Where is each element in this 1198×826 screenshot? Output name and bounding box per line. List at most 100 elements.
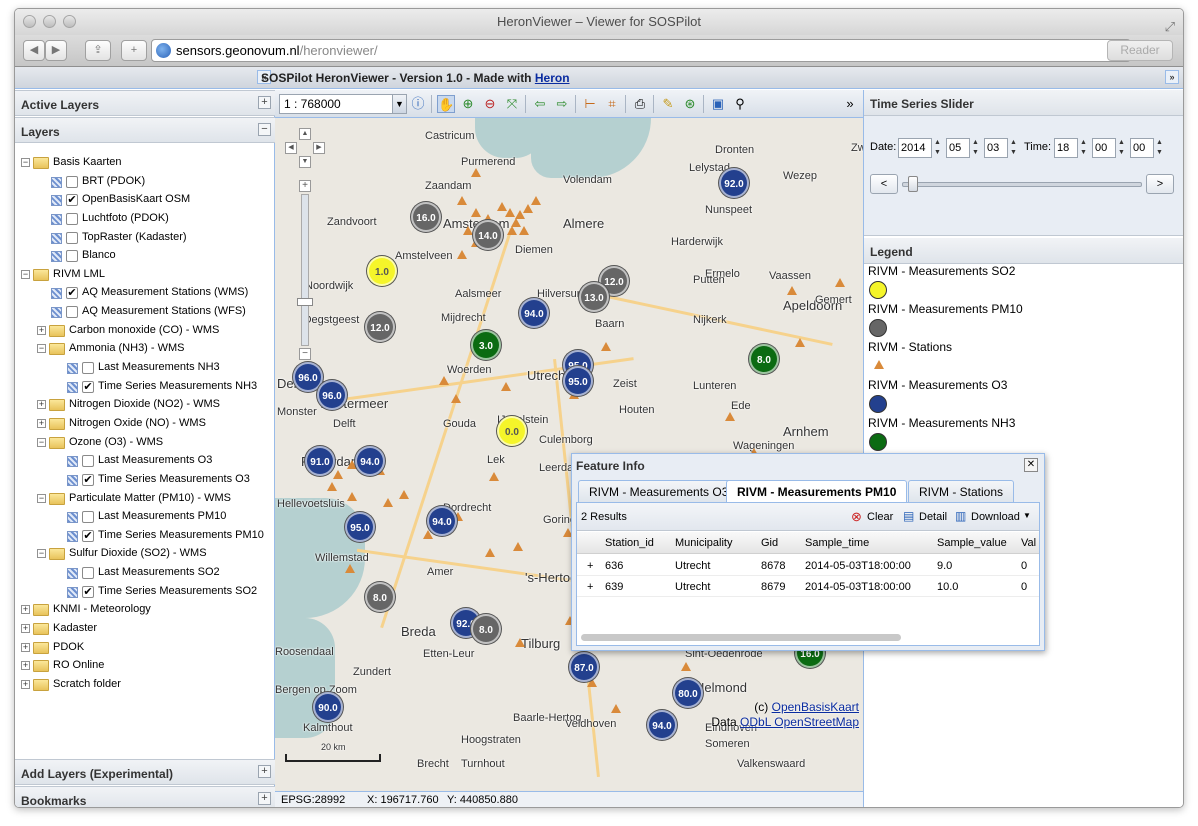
second-field[interactable]: 00 (1130, 138, 1154, 158)
layer-checkbox[interactable] (66, 250, 78, 263)
station-triangle-icon[interactable] (347, 492, 357, 501)
zoom-slider-knob[interactable] (297, 298, 313, 306)
zoom-out-icon[interactable]: ⊖ (481, 95, 499, 113)
measurement-marker[interactable]: 95.0 (345, 512, 375, 542)
layer-checkbox[interactable] (66, 306, 78, 319)
measurement-marker[interactable]: 96.0 (317, 380, 347, 410)
tree-node[interactable]: − Ammonia (NH3) - WMS (15, 340, 274, 359)
openbasiskaart-link[interactable]: OpenBasisKaart (772, 700, 859, 714)
tree-node[interactable]: − Ozone (O3) - WMS (15, 434, 274, 453)
zoom-out-button[interactable]: − (299, 348, 311, 360)
horizontal-scrollbar[interactable] (581, 634, 901, 641)
pan-hand-icon[interactable]: ✋ (437, 95, 455, 113)
station-triangle-icon[interactable] (531, 196, 541, 205)
tree-node[interactable]: Last Measurements NH3 (15, 359, 274, 378)
chevron-down-icon[interactable]: ▼ (1023, 511, 1031, 520)
zoom-in-icon[interactable]: ⊕ (459, 95, 477, 113)
measurement-marker[interactable]: 14.0 (473, 220, 503, 250)
station-triangle-icon[interactable] (333, 470, 343, 479)
tree-node[interactable]: Blanco (15, 247, 274, 266)
tree-node[interactable]: + Carbon monoxide (CO) - WMS (15, 322, 274, 341)
expand-node-icon[interactable]: + (37, 325, 46, 335)
measurement-marker[interactable]: 94.0 (519, 298, 549, 328)
station-triangle-icon[interactable] (515, 638, 525, 647)
edit-icon[interactable]: ✎ (659, 95, 677, 113)
station-triangle-icon[interactable] (507, 226, 517, 235)
new-tab-button[interactable]: + (121, 40, 147, 61)
day-field[interactable]: 03 (984, 138, 1008, 158)
expand-icon[interactable]: + (258, 96, 271, 109)
station-triangle-icon[interactable] (471, 208, 481, 217)
prev-time-button[interactable]: < (870, 174, 898, 194)
measurement-marker[interactable]: 0.0 (497, 416, 527, 446)
year-field[interactable]: 2014 (898, 138, 932, 158)
collapse-node-icon[interactable]: − (21, 158, 30, 167)
zoom-in-button[interactable]: + (299, 180, 311, 192)
layer-checkbox[interactable]: ✔ (82, 380, 94, 393)
tree-node[interactable]: TopRaster (Kadaster) (15, 229, 274, 248)
station-triangle-icon[interactable] (471, 168, 481, 177)
station-triangle-icon[interactable] (835, 278, 845, 287)
pan-down-icon[interactable]: ▼ (299, 156, 311, 168)
measurement-marker[interactable]: 8.0 (749, 344, 779, 374)
year-spinner-icon[interactable]: ▲ ▼ (934, 138, 942, 158)
bookmarks-header[interactable]: Bookmarks + (15, 786, 275, 807)
active-layers-header[interactable]: Active Layers + (15, 90, 275, 116)
tree-node[interactable]: + Nitrogen Oxide (NO) - WMS (15, 415, 274, 434)
layers-header[interactable]: Layers − (15, 117, 275, 143)
table-row[interactable]: +636 Utrecht 8678 2014-05-03T18:00:00 9.0 0 (577, 555, 1039, 576)
expand-node-icon[interactable]: + (21, 679, 30, 689)
tree-node[interactable]: + Scratch folder (15, 676, 274, 695)
month-spinner-icon[interactable]: ▲ ▼ (972, 138, 980, 158)
month-field[interactable]: 05 (946, 138, 970, 158)
tree-node[interactable]: BRT (PDOK) (15, 173, 274, 192)
minute-spinner-icon[interactable]: ▲ ▼ (1118, 138, 1126, 158)
reader-button[interactable]: Reader (1107, 40, 1173, 61)
station-triangle-icon[interactable] (345, 564, 355, 573)
tree-node[interactable]: ✔ Time Series Measurements PM10 (15, 527, 274, 546)
second-spinner-icon[interactable]: ▲ ▼ (1156, 138, 1164, 158)
measurement-marker[interactable]: 91.0 (305, 446, 335, 476)
layer-checkbox[interactable]: ✔ (82, 529, 94, 542)
time-slider-track[interactable] (902, 182, 1142, 187)
hour-spinner-icon[interactable]: ▲ ▼ (1080, 138, 1088, 158)
share-button[interactable]: ⇪ (85, 40, 111, 61)
tree-node[interactable]: Last Measurements O3 (15, 452, 274, 471)
download-button[interactable]: Download (971, 511, 1020, 523)
layer-checkbox[interactable]: ✔ (82, 473, 94, 486)
station-triangle-icon[interactable] (611, 704, 621, 713)
tree-node[interactable]: − Basis Kaarten (15, 154, 274, 173)
station-triangle-icon[interactable] (451, 394, 461, 403)
collapse-icon[interactable]: − (258, 123, 271, 136)
hour-field[interactable]: 18 (1054, 138, 1078, 158)
column-header[interactable]: Sample_value (937, 537, 1007, 549)
layer-checkbox[interactable]: ✔ (66, 287, 78, 300)
station-triangle-icon[interactable] (501, 382, 511, 391)
measurement-marker[interactable]: 95.0 (563, 366, 593, 396)
measure-length-icon[interactable]: ⊢ (581, 95, 599, 113)
layer-checkbox[interactable]: ✔ (82, 585, 94, 598)
close-icon[interactable]: ✕ (1024, 458, 1038, 472)
station-triangle-icon[interactable] (523, 204, 533, 213)
station-triangle-icon[interactable] (601, 342, 611, 351)
next-time-button[interactable]: > (1146, 174, 1174, 194)
expand-icon[interactable]: + (258, 765, 271, 778)
clear-button[interactable]: Clear (867, 511, 893, 523)
tree-node[interactable]: − Particulate Matter (PM10) - WMS (15, 490, 274, 509)
station-triangle-icon[interactable] (519, 226, 529, 235)
tree-node[interactable]: ✔ Time Series Measurements O3 (15, 471, 274, 490)
tree-node[interactable]: + KNMI - Meteorology (15, 601, 274, 620)
tree-node[interactable]: ✔ AQ Measurement Stations (WMS) (15, 284, 274, 303)
tree-node[interactable]: Last Measurements SO2 (15, 564, 274, 583)
expand-node-icon[interactable]: + (21, 624, 30, 634)
close-window-button[interactable] (23, 15, 36, 28)
expand-node-icon[interactable]: + (21, 605, 30, 615)
pan-up-icon[interactable]: ▲ (299, 128, 311, 140)
expand-node-icon[interactable]: + (21, 642, 30, 652)
measurement-marker[interactable]: 90.0 (313, 692, 343, 722)
collapse-node-icon[interactable]: − (37, 493, 46, 503)
binoculars-icon[interactable]: ⚲ (731, 95, 749, 113)
station-triangle-icon[interactable] (681, 662, 691, 671)
table-row[interactable]: +639 Utrecht 8679 2014-05-03T18:00:00 10.0 0 (577, 576, 1039, 597)
collapse-node-icon[interactable]: − (37, 344, 46, 354)
